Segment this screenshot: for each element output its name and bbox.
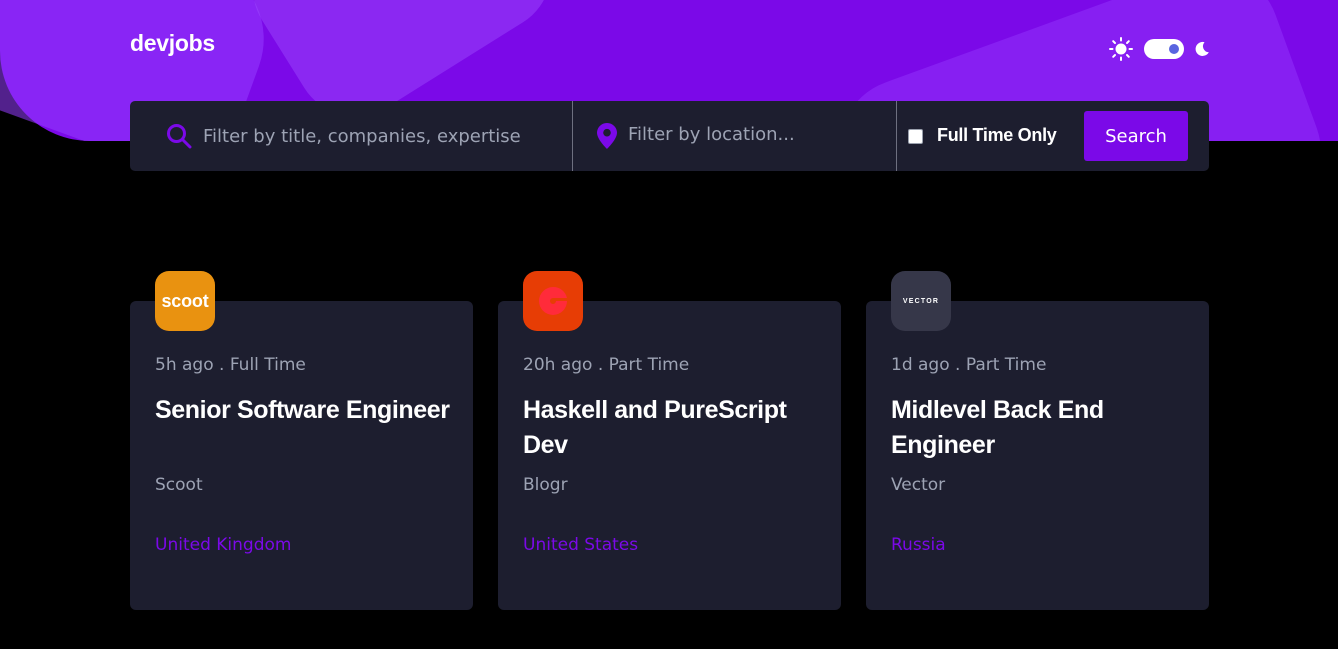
theme-switch[interactable] [1144,39,1184,59]
company-logo-text: scoot [161,290,209,311]
search-icon [167,124,192,149]
job-card[interactable]: scoot 5h ago . Full Time Senior Software… [130,271,473,610]
company-name: Blogr [523,475,568,495]
job-meta: 20h ago . Part Time [523,355,690,375]
page: devjobs Filter by title, companies, expe… [0,0,1338,649]
location-pin-icon [597,123,617,149]
company-logo [523,271,583,331]
search-options: Full Time Only Search [897,101,1209,171]
sun-icon [1109,37,1133,61]
search-button[interactable]: Search [1084,111,1188,161]
moon-icon [1195,41,1209,56]
location-filter-input[interactable] [626,119,890,149]
job-location: United States [523,535,639,555]
job-card[interactable]: 20h ago . Part Time Haskell and PureScri… [498,271,841,610]
title-filter-input[interactable] [201,121,565,151]
search-bar: Full Time Only Search [130,101,1209,171]
location-filter [573,101,897,171]
company-name: Scoot [155,475,203,495]
job-title[interactable]: Haskell and PureScript Dev [523,393,823,463]
app-logo[interactable]: devjobs [130,30,215,57]
job-title[interactable]: Midlevel Back End Engineer [891,393,1191,463]
theme-switch-knob [1169,44,1179,54]
fulltime-label[interactable]: Full Time Only [937,125,1057,146]
job-location: United Kingdom [155,535,292,555]
company-logo-text: VECTOR [902,297,940,305]
title-filter [130,101,573,171]
job-title[interactable]: Senior Software Engineer [155,393,455,428]
job-meta: 1d ago . Part Time [891,355,1047,375]
company-name: Vector [891,475,946,495]
company-logo: scoot [155,271,215,331]
theme-toggle[interactable] [1108,36,1210,62]
job-meta: 5h ago . Full Time [155,355,306,375]
fulltime-checkbox[interactable] [908,129,923,144]
job-card[interactable]: VECTOR 1d ago . Part Time Midlevel Back … [866,271,1209,610]
company-logo: VECTOR [891,271,951,331]
blogr-logo-icon [539,286,567,315]
job-location: Russia [891,535,946,555]
